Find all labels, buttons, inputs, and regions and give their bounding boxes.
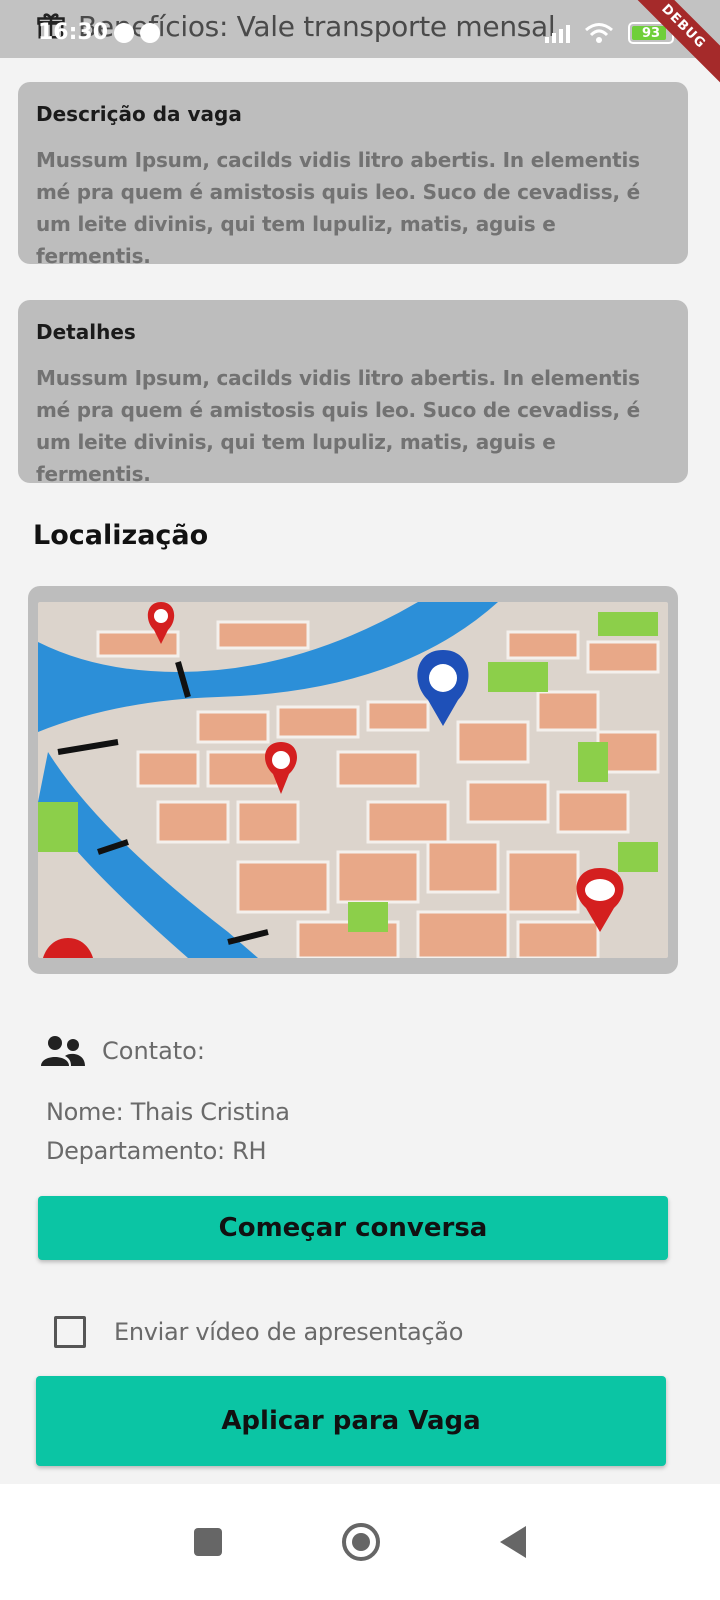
people-icon <box>41 1036 85 1066</box>
contact-label: Contato: <box>102 1037 205 1065</box>
contact-name: Nome: Thais Cristina <box>46 1098 290 1126</box>
battery-level: 93 <box>641 25 661 41</box>
apply-button[interactable]: Aplicar para Vaga <box>36 1376 666 1466</box>
job-description-card: Descrição da vaga Mussum Ipsum, cacilds … <box>18 82 688 268</box>
status-right: 93 <box>545 22 674 44</box>
job-description-title: Descrição da vaga <box>36 102 242 126</box>
signal-icon <box>545 23 570 43</box>
contact-department: Departamento: RH <box>46 1137 267 1165</box>
home-icon[interactable] <box>342 1523 380 1561</box>
wifi-icon <box>585 23 613 43</box>
map-image[interactable] <box>38 602 668 958</box>
recent-apps-icon[interactable] <box>194 1528 222 1556</box>
system-nav-bar <box>0 1484 720 1600</box>
details-card: Detalhes Mussum Ipsum, cacilds vidis lit… <box>18 300 688 486</box>
notification-icon-2 <box>140 22 161 43</box>
details-title: Detalhes <box>36 320 136 344</box>
notification-icon <box>114 22 135 43</box>
clock: 16:30 <box>38 20 109 45</box>
status-left: 16:30 <box>38 20 161 45</box>
contact-header: Contato: <box>40 1034 205 1068</box>
send-video-checkbox[interactable] <box>54 1316 86 1348</box>
location-title: Localização <box>33 520 209 551</box>
location-map[interactable] <box>28 586 678 974</box>
send-video-label[interactable]: Enviar vídeo de apresentação <box>114 1318 463 1346</box>
start-chat-button[interactable]: Começar conversa <box>38 1196 668 1260</box>
back-icon[interactable] <box>500 1526 526 1558</box>
video-option[interactable]: Enviar vídeo de apresentação <box>54 1316 463 1348</box>
status-bar: Benefícios: Vale transporte mensal 16:30… <box>0 0 720 97</box>
details-body: Mussum Ipsum, cacilds vidis litro aberti… <box>36 366 640 486</box>
job-description-body: Mussum Ipsum, cacilds vidis litro aberti… <box>36 148 640 268</box>
